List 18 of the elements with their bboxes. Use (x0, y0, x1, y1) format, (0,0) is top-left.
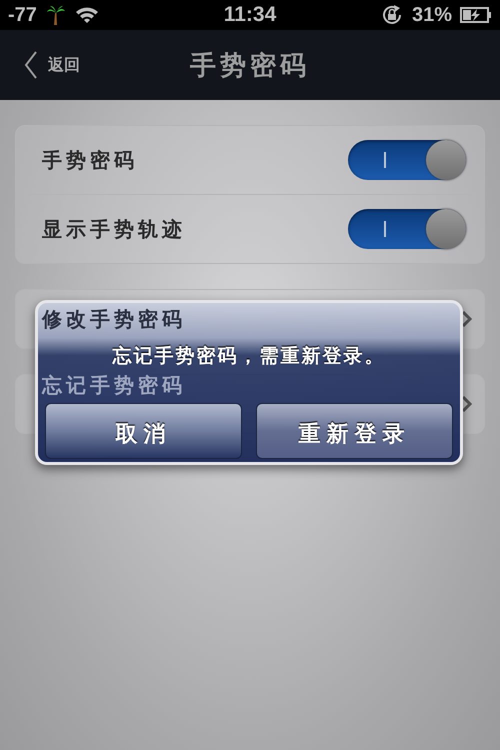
back-button[interactable]: 返回 (24, 51, 80, 79)
relogin-button[interactable]: 重新登录 (256, 403, 453, 459)
status-time: 11:34 (224, 3, 276, 27)
chevron-right-icon (462, 396, 472, 412)
wifi-icon (74, 6, 99, 24)
chevron-right-icon (462, 311, 472, 327)
setting-label: 手势密码 (42, 146, 138, 174)
chevron-left-icon (24, 51, 38, 79)
cancel-button[interactable]: 取消 (45, 403, 242, 459)
battery-charging-icon (460, 7, 492, 23)
page-title: 手势密码 (190, 50, 310, 82)
toggle-switch[interactable] (348, 140, 466, 180)
setting-label: 显示手势轨迹 (42, 216, 186, 242)
alert-message: 忘记手势密码，需重新登录。 (112, 344, 386, 369)
battery-percent: 31% (412, 4, 452, 26)
palm-tree-icon (46, 5, 65, 25)
toggle-switch[interactable] (348, 209, 466, 249)
signal-strength: -77 (8, 4, 37, 26)
